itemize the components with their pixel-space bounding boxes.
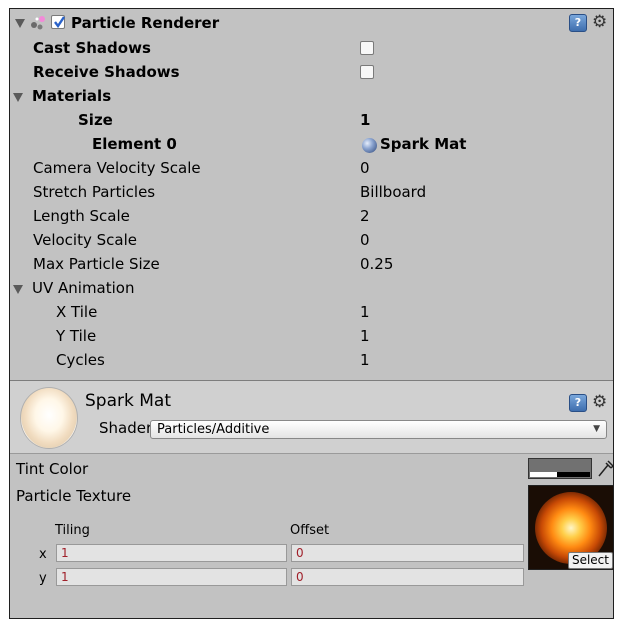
uv-value[interactable]: 1 [360, 303, 370, 321]
cast-shadows-row: Cast Shadows [10, 36, 613, 60]
offset-x-field[interactable]: 0 [291, 544, 524, 562]
tint-color-label: Tint Color [16, 460, 89, 478]
material-preview [20, 387, 78, 449]
material-name: Spark Mat [85, 391, 171, 411]
particle-renderer-icon [31, 16, 45, 30]
element-value[interactable]: Spark Mat [380, 135, 466, 153]
x-label: x [39, 547, 47, 562]
y-label: y [39, 571, 47, 586]
property-value[interactable]: 0 [360, 231, 370, 249]
uv-animation-foldout[interactable]: UV Animation [10, 276, 613, 300]
tiling-y-field[interactable]: 1 [56, 568, 287, 586]
property-label: Camera Velocity Scale [33, 159, 201, 177]
foldout-arrow-icon[interactable] [13, 93, 23, 102]
component-header[interactable]: Particle Renderer ? ⚙ [10, 11, 613, 35]
chevron-down-icon: ▼ [593, 424, 600, 434]
materials-foldout[interactable]: Materials [10, 84, 613, 108]
help-icon[interactable]: ? [569, 14, 587, 32]
size-value[interactable]: 1 [360, 111, 370, 129]
foldout-arrow-icon[interactable] [13, 285, 23, 294]
uv-row: Cycles 1 [10, 348, 613, 372]
tiling-x-field[interactable]: 1 [56, 544, 287, 562]
property-label: Length Scale [33, 207, 130, 225]
uv-row: X Tile 1 [10, 300, 613, 324]
component-enabled-checkbox[interactable] [51, 15, 65, 29]
property-label: Max Particle Size [33, 255, 160, 273]
receive-shadows-label: Receive Shadows [33, 63, 180, 81]
cast-shadows-checkbox[interactable] [360, 41, 374, 55]
gear-icon[interactable]: ⚙ [592, 393, 610, 411]
cast-shadows-label: Cast Shadows [33, 39, 151, 57]
shader-dropdown[interactable]: Particles/Additive ▼ [150, 420, 607, 439]
component-title: Particle Renderer [71, 14, 220, 32]
materials-label: Materials [32, 87, 112, 105]
uv-row: Y Tile 1 [10, 324, 613, 348]
offset-label: Offset [290, 523, 330, 538]
tint-color-swatch[interactable] [528, 458, 592, 479]
property-row: Stretch Particles Billboard [10, 180, 613, 204]
foldout-arrow-icon[interactable] [15, 19, 25, 28]
property-row: Camera Velocity Scale 0 [10, 156, 613, 180]
property-label: Stretch Particles [33, 183, 156, 201]
element-label: Element 0 [92, 135, 177, 153]
material-header: Spark Mat Shader Particles/Additive ▼ ? … [10, 380, 613, 454]
alpha-bar [530, 472, 590, 477]
property-row: Max Particle Size 0.25 [10, 252, 613, 276]
material-sphere-icon [362, 138, 377, 153]
property-value[interactable]: Billboard [360, 183, 426, 201]
shader-label: Shader [99, 419, 153, 437]
uv-label: X Tile [56, 303, 98, 321]
gear-icon[interactable]: ⚙ [592, 13, 610, 31]
property-row: Velocity Scale 0 [10, 228, 613, 252]
particle-texture-label: Particle Texture [16, 487, 132, 505]
uv-animation-label: UV Animation [32, 279, 135, 297]
receive-shadows-row: Receive Shadows [10, 60, 613, 84]
property-value[interactable]: 0 [360, 159, 370, 177]
receive-shadows-checkbox[interactable] [360, 65, 374, 79]
materials-size-row: Size 1 [10, 108, 613, 132]
property-value[interactable]: 2 [360, 207, 370, 225]
property-value[interactable]: 0.25 [360, 255, 393, 273]
materials-element-row: Element 0 Spark Mat [10, 132, 613, 156]
uv-value[interactable]: 1 [360, 327, 370, 345]
shader-value: Particles/Additive [157, 422, 270, 437]
help-icon[interactable]: ? [569, 394, 587, 412]
uv-label: Y Tile [56, 327, 97, 345]
property-row: Length Scale 2 [10, 204, 613, 228]
offset-y-field[interactable]: 0 [291, 568, 524, 586]
uv-value[interactable]: 1 [360, 351, 370, 369]
eyedropper-icon[interactable] [596, 458, 614, 478]
checkmark-icon [54, 16, 65, 28]
inspector-panel: Particle Renderer ? ⚙ Cast Shadows Recei… [9, 8, 614, 619]
property-label: Velocity Scale [33, 231, 137, 249]
particle-texture-slot[interactable]: Select [528, 485, 613, 570]
size-label: Size [78, 111, 113, 129]
tiling-label: Tiling [55, 523, 90, 538]
select-button[interactable]: Select [567, 552, 613, 569]
uv-label: Cycles [56, 351, 105, 369]
